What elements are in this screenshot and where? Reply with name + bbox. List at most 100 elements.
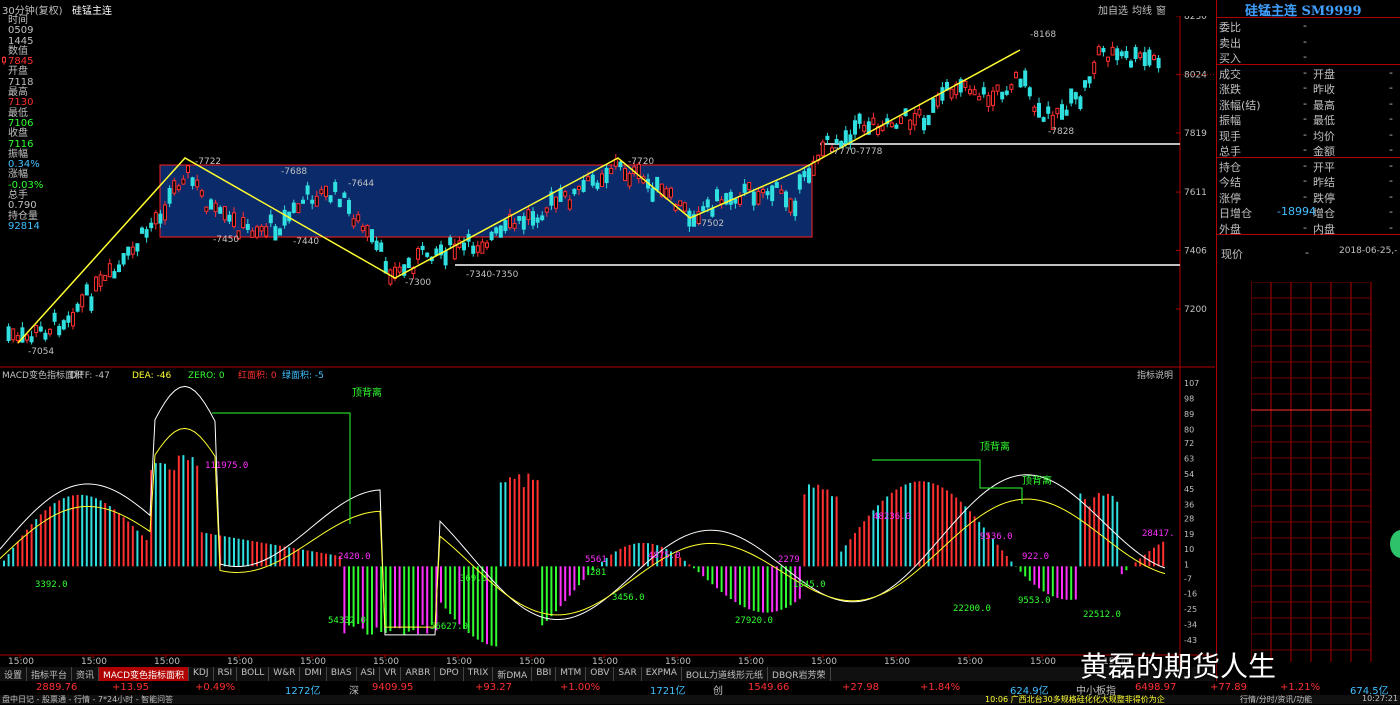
- candle-body: [356, 214, 361, 222]
- tab-indicator[interactable]: BOLL: [237, 667, 270, 681]
- time-tick: 15:00: [592, 657, 618, 667]
- news-ticker[interactable]: 10:06 广西北台30多规格硅化化大规整非得价为企: [985, 694, 1165, 705]
- candle-body: [512, 223, 517, 229]
- macd-annotation: 28417.: [1142, 529, 1175, 539]
- time-tick: 15:00: [446, 657, 472, 667]
- quote-label: 现价: [1221, 248, 1243, 261]
- candle-body: [448, 237, 453, 246]
- candle-body: [531, 211, 535, 226]
- candle-body: [190, 177, 195, 186]
- macd-annotation: 2279: [778, 555, 800, 565]
- tab-indicator[interactable]: ASI: [357, 667, 381, 681]
- tab-indicator[interactable]: TRIX: [464, 667, 494, 681]
- candle-body: [75, 303, 80, 312]
- tab-indicator[interactable]: DPO: [435, 667, 464, 681]
- symbol-label: 硅锰主连: [72, 6, 112, 17]
- tab-indicator[interactable]: SAR: [614, 667, 642, 681]
- tab-indicator[interactable]: DMI: [300, 667, 327, 681]
- tab-indicator[interactable]: RSI: [214, 667, 238, 681]
- tab-indicator[interactable]: ARBR: [401, 667, 436, 681]
- candle-body: [489, 231, 494, 241]
- quote-value: -: [1303, 34, 1307, 48]
- candle-body: [871, 117, 876, 125]
- candle-body: [1009, 84, 1014, 90]
- tab-indicator[interactable]: VR: [380, 667, 402, 681]
- candle-body: [213, 202, 218, 213]
- time-tick: 15:00: [811, 657, 837, 667]
- candle-body: [204, 206, 209, 212]
- candle-body: [655, 176, 660, 191]
- candle-body: [291, 202, 296, 213]
- candle-body: [926, 114, 931, 126]
- macd-header-zero: ZERO: 0: [188, 371, 225, 381]
- macd-tick: 107: [1184, 379, 1199, 388]
- add-watchlist-button[interactable]: 加自选: [1098, 2, 1128, 17]
- price-annotation: -7644: [348, 179, 374, 189]
- candle-body: [1032, 106, 1037, 112]
- macd-tick: 98: [1184, 394, 1194, 403]
- macd-annotation: 2420.0: [338, 552, 371, 562]
- candle-body: [209, 199, 213, 210]
- time-tick: 15:00: [957, 657, 983, 667]
- tab-indicator[interactable]: MTM: [556, 667, 587, 681]
- candle-body: [158, 213, 163, 224]
- tab-indicator[interactable]: MACD变色指标面积: [99, 667, 190, 681]
- candle-body: [963, 80, 968, 88]
- macd-annotation: 9536.0: [980, 532, 1013, 542]
- tab-indicator[interactable]: 指标平台: [27, 667, 73, 681]
- candle-body: [935, 94, 940, 107]
- quote-value: -18994: [1277, 205, 1316, 218]
- quote-row: 外盘 - 内盘 -: [1217, 220, 1400, 236]
- chart-area[interactable]: 823080247819761174067200-7722-7688-7644-…: [0, 0, 1215, 667]
- tab-indicator[interactable]: BIAS: [327, 667, 357, 681]
- macd-tick: 10: [1184, 545, 1194, 554]
- time-tick: 15:00: [738, 657, 764, 667]
- candle-body: [517, 216, 522, 221]
- candle-body: [908, 119, 913, 130]
- tab-indicator[interactable]: W&R: [269, 667, 301, 681]
- tab-indicator[interactable]: 新DMA: [493, 667, 533, 681]
- candle-body: [360, 225, 365, 232]
- candle-body: [1138, 52, 1143, 59]
- tab-indicator[interactable]: OBV: [586, 667, 615, 681]
- tab-indicator[interactable]: DBQR岩芳荣: [768, 667, 831, 681]
- tab-indicator[interactable]: 设置: [0, 667, 28, 681]
- candle-body: [1037, 102, 1041, 118]
- window-button[interactable]: 窗: [1156, 2, 1166, 17]
- news-links[interactable]: 盘中日记 - 股票通 - 行情 - 7*24小时 - 智能问答: [2, 694, 173, 705]
- macd-annotation: 22200.0: [953, 604, 991, 614]
- tab-indicator[interactable]: BOLL力道线形元纸: [682, 667, 769, 681]
- quote-value-right: -: [1389, 174, 1393, 187]
- tab-indicator[interactable]: BBI: [532, 667, 557, 681]
- mini-chart-grid: [1251, 282, 1372, 662]
- candle-body: [912, 112, 917, 126]
- news-menu[interactable]: 行情/分时/资讯/功能: [1240, 694, 1312, 705]
- quote-value: -: [1303, 19, 1307, 32]
- candle-body: [199, 190, 204, 197]
- candle-body: [1004, 90, 1009, 95]
- cy-index-change: +27.98: [842, 682, 880, 693]
- macd-annotation: 111975.0: [205, 461, 248, 471]
- candle-body: [153, 212, 158, 225]
- candle-body: [84, 284, 89, 296]
- ma-button[interactable]: 均线: [1132, 2, 1152, 17]
- quote-value: -: [1303, 158, 1307, 172]
- candle-body: [788, 198, 793, 213]
- candle-body: [485, 242, 489, 248]
- tab-indicator[interactable]: EXPMA: [642, 667, 682, 681]
- candle-body: [255, 226, 259, 238]
- indicator-help-button[interactable]: 指标说明: [1137, 369, 1173, 381]
- candle-body: [857, 113, 862, 124]
- quote-row: 涨停 - 跌停 -: [1217, 189, 1400, 205]
- candle-body: [747, 182, 752, 191]
- candle-body: [310, 199, 315, 204]
- candle-body: [535, 217, 540, 223]
- candle-body: [1092, 61, 1097, 74]
- macd-header-red-area: 红面积: 0: [238, 369, 277, 381]
- tab-indicator[interactable]: 资讯: [72, 667, 100, 681]
- tab-indicator[interactable]: KDJ: [189, 667, 214, 681]
- candle-body: [742, 183, 747, 193]
- macd-tick: 80: [1184, 425, 1194, 434]
- indicator-tabs: 设置 指标平台 资讯 MACD变色指标面积 KDJ RSI BOLL W&R DMI BIAS AS…: [0, 667, 1215, 681]
- quote-value: -: [1303, 189, 1307, 203]
